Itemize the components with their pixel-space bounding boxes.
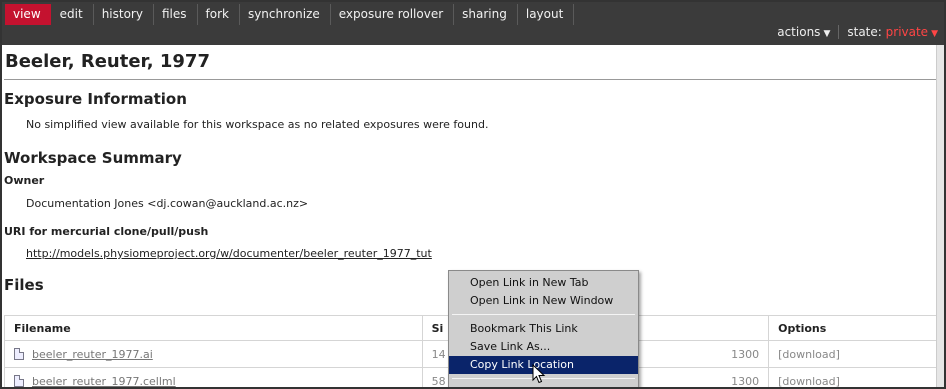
state-menu[interactable]: state: private ▼ bbox=[839, 25, 938, 39]
exposure-heading: Exposure Information bbox=[4, 90, 187, 108]
vertical-scrollbar[interactable] bbox=[936, 45, 944, 387]
tab-edit[interactable]: edit bbox=[52, 4, 94, 25]
tab-exposure-rollover[interactable]: exposure rollover bbox=[331, 4, 455, 25]
column-header-date[interactable] bbox=[634, 315, 770, 341]
menu-item-save-link-as[interactable]: Save Link As... bbox=[449, 338, 638, 356]
date-cell: 1300 bbox=[634, 367, 770, 387]
nav-tabs: view edit history files fork synchronize… bbox=[5, 4, 575, 25]
menu-item-bookmark-link[interactable]: Bookmark This Link bbox=[449, 320, 638, 338]
topbar-menus: actions ▼ state: private ▼ bbox=[777, 25, 938, 39]
mouse-pointer-icon bbox=[532, 364, 546, 384]
download-link[interactable]: [download] bbox=[768, 367, 940, 387]
download-link[interactable]: [download] bbox=[768, 340, 940, 368]
file-icon bbox=[14, 347, 24, 360]
actions-label: actions bbox=[777, 25, 821, 39]
owner-label: Owner bbox=[4, 174, 45, 187]
tab-history[interactable]: history bbox=[94, 4, 154, 25]
file-link[interactable]: beeler_reuter_1977.ai bbox=[32, 348, 153, 361]
filename-cell: beeler_reuter_1977.cellml bbox=[4, 367, 423, 388]
column-header-options: Options bbox=[768, 315, 940, 341]
actions-menu[interactable]: actions ▼ bbox=[777, 25, 840, 39]
chevron-down-icon: ▼ bbox=[931, 29, 938, 39]
tab-layout[interactable]: layout bbox=[518, 4, 575, 25]
state-label: state: bbox=[847, 25, 882, 39]
chevron-down-icon: ▼ bbox=[823, 29, 831, 39]
menu-item-open-link-new-window[interactable]: Open Link in New Window bbox=[449, 292, 638, 310]
browser-viewport: view edit history files fork synchronize… bbox=[0, 0, 946, 389]
tab-files[interactable]: files bbox=[154, 4, 198, 25]
file-icon bbox=[14, 374, 24, 387]
title-divider bbox=[4, 79, 940, 80]
exposure-text: No simplified view available for this wo… bbox=[26, 118, 489, 131]
column-header-filename[interactable]: Filename bbox=[4, 315, 423, 341]
mercurial-uri-link[interactable]: http://models.physiomeproject.org/w/docu… bbox=[26, 247, 432, 260]
menu-item-open-link-new-tab[interactable]: Open Link in New Tab bbox=[449, 274, 638, 292]
menu-separator bbox=[452, 314, 635, 315]
top-nav-bar: view edit history files fork synchronize… bbox=[2, 2, 944, 45]
tab-view[interactable]: view bbox=[5, 4, 51, 25]
tab-fork[interactable]: fork bbox=[198, 4, 240, 25]
uri-label: URI for mercurial clone/pull/push bbox=[4, 225, 209, 238]
tab-sharing[interactable]: sharing bbox=[454, 4, 518, 25]
summary-heading: Workspace Summary bbox=[4, 149, 182, 167]
filename-cell: beeler_reuter_1977.ai bbox=[4, 340, 423, 368]
owner-value: Documentation Jones <dj.cowan@auckland.a… bbox=[26, 197, 309, 210]
uri-row: http://models.physiomeproject.org/w/docu… bbox=[4, 247, 940, 261]
main-content: Beeler, Reuter, 1977 Exposure Informatio… bbox=[4, 45, 940, 295]
page-title: Beeler, Reuter, 1977 bbox=[5, 51, 210, 72]
state-value: private bbox=[885, 25, 929, 39]
date-cell: 1300 bbox=[634, 340, 770, 368]
tab-synchronize[interactable]: synchronize bbox=[240, 4, 331, 25]
file-link[interactable]: beeler_reuter_1977.cellml bbox=[32, 375, 176, 388]
